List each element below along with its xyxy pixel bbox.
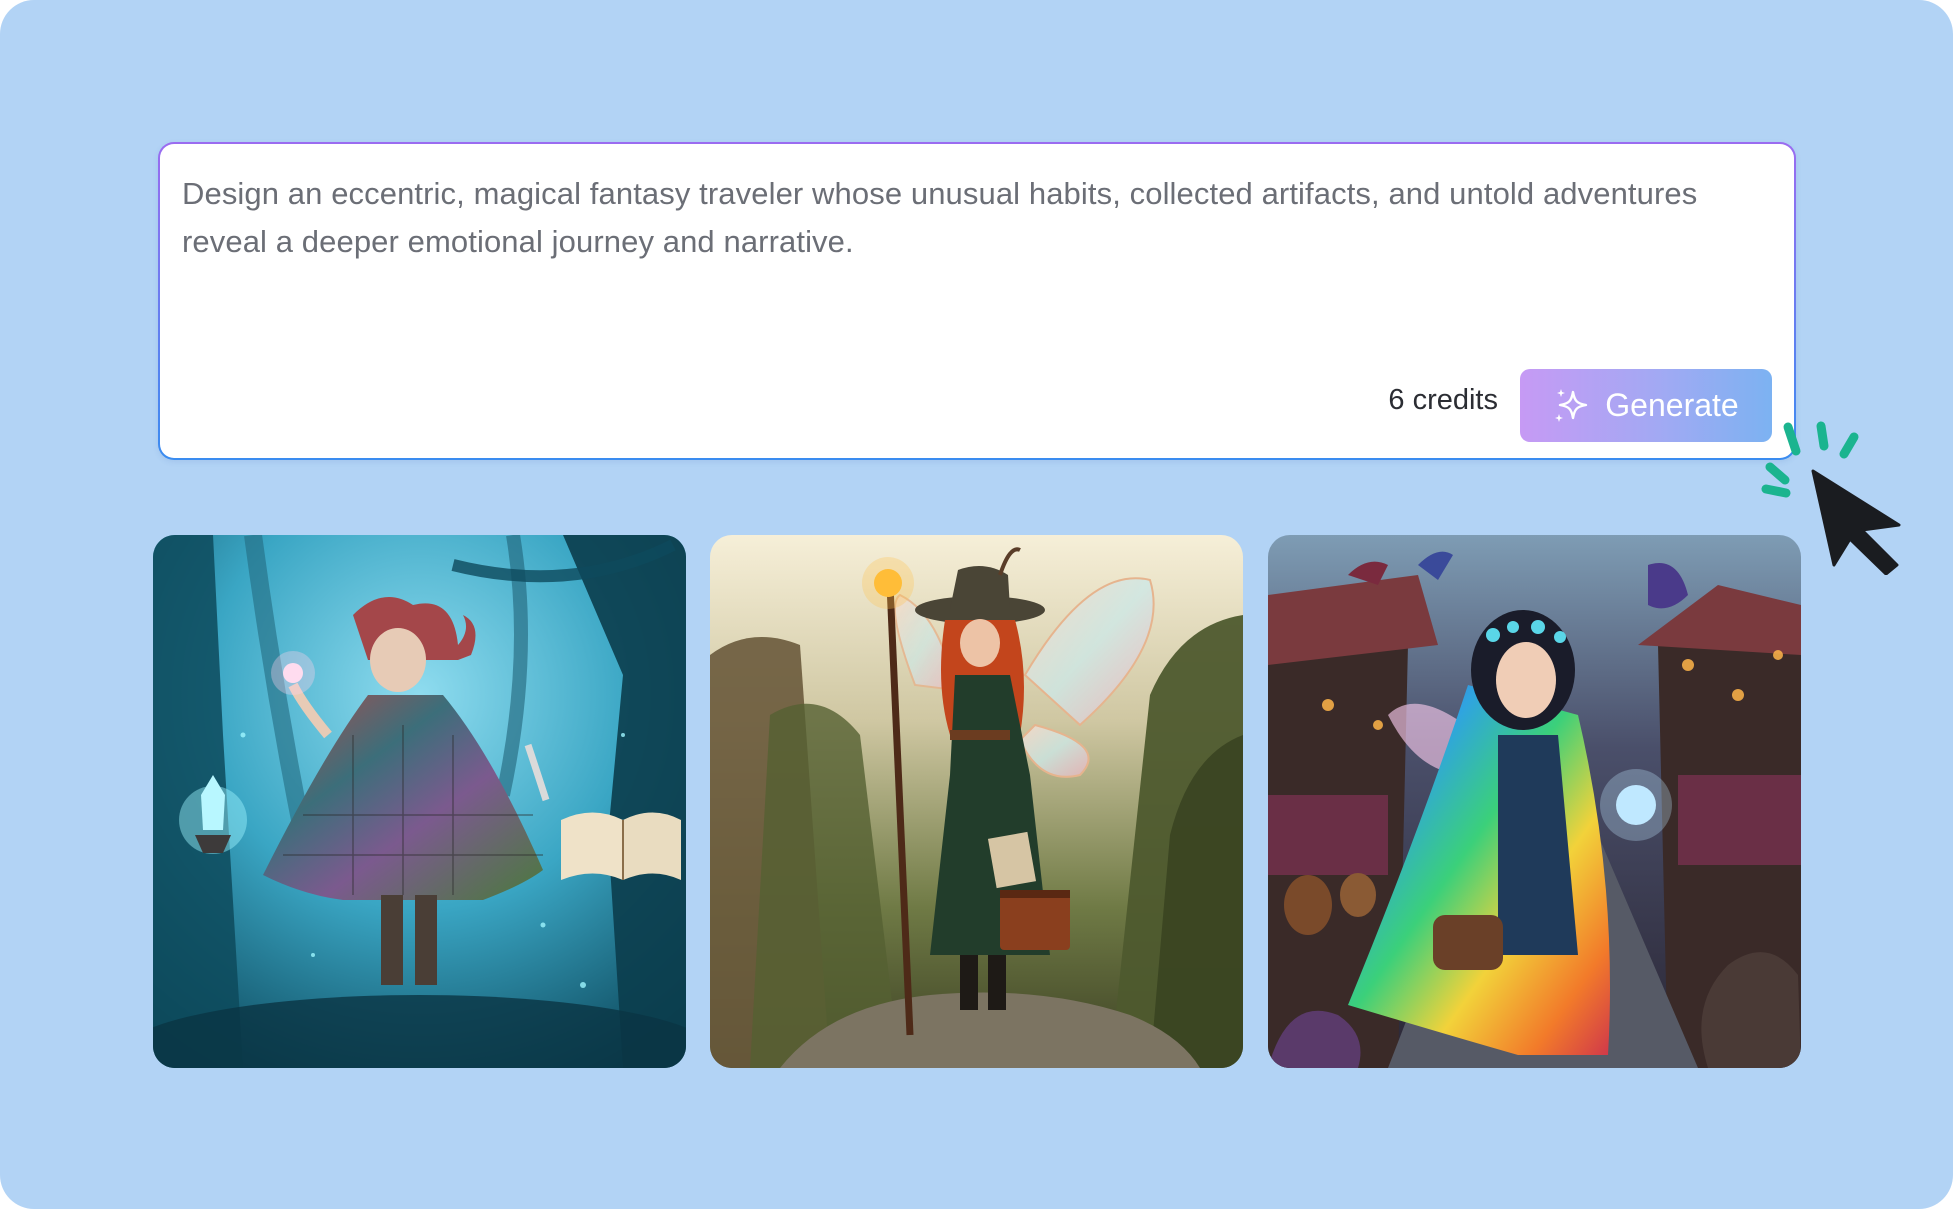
generate-button[interactable]: Generate bbox=[1520, 369, 1772, 442]
generate-button-label: Generate bbox=[1605, 387, 1739, 423]
app-canvas: Design an eccentric, magical fantasy tra… bbox=[0, 0, 1953, 1209]
credits-counter: 6 credits bbox=[1388, 384, 1498, 416]
image-gallery bbox=[153, 535, 1801, 1068]
generated-image-1[interactable] bbox=[153, 535, 686, 1068]
canyon-fairy-image bbox=[710, 535, 1243, 1068]
gnome-traveler-image bbox=[153, 535, 686, 1068]
market-fairy-image bbox=[1268, 535, 1801, 1068]
prompt-textarea[interactable]: Design an eccentric, magical fantasy tra… bbox=[158, 142, 1796, 460]
generated-image-3[interactable] bbox=[1268, 535, 1801, 1068]
generated-image-2[interactable] bbox=[710, 535, 1243, 1068]
sparkle-icon bbox=[1555, 388, 1588, 422]
prompt-text[interactable]: Design an eccentric, magical fantasy tra… bbox=[182, 170, 1762, 266]
